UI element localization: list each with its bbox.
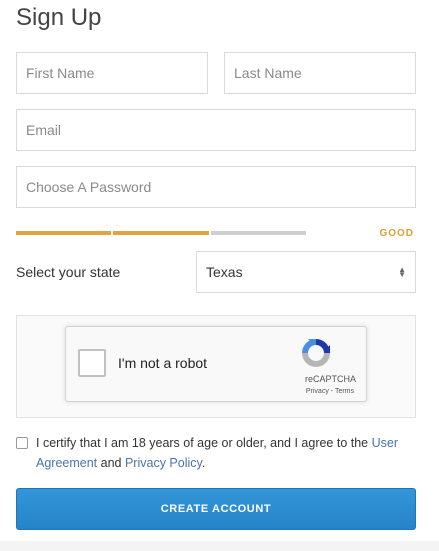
strength-segment-3: [210, 231, 306, 235]
page-title: Sign Up: [16, 4, 102, 31]
password-strength-meter: [16, 231, 306, 235]
state-select[interactable]: Texas ▲ ▼: [196, 251, 416, 293]
last-name-input[interactable]: [224, 52, 416, 94]
email-input[interactable]: [16, 109, 416, 151]
state-select-value: Texas: [206, 264, 243, 280]
certify-checkbox[interactable]: [16, 437, 28, 449]
captcha-container: I'm not a robot reCAPTCHA Privacy - Term…: [16, 315, 416, 418]
recaptcha-label: I'm not a robot: [118, 355, 208, 371]
recaptcha-widget: I'm not a robot reCAPTCHA Privacy - Term…: [65, 326, 367, 402]
certify-text: I certify that I am 18 years of age or o…: [36, 433, 416, 473]
state-label: Select your state: [16, 264, 121, 280]
recaptcha-links: Privacy - Terms: [306, 388, 354, 395]
certify-text-before: I certify that I am 18 years of age or o…: [36, 436, 372, 450]
certify-text-middle: and: [97, 456, 125, 470]
first-name-input[interactable]: [16, 52, 208, 94]
recaptcha-checkbox[interactable]: [78, 349, 106, 377]
certify-text-after: .: [201, 456, 206, 470]
privacy-policy-link[interactable]: Privacy Policy: [125, 456, 202, 470]
password-input[interactable]: [16, 166, 416, 208]
footer-strip: [0, 541, 439, 551]
create-account-button[interactable]: CREATE ACCOUNT: [16, 488, 416, 530]
recaptcha-logo-icon: [302, 339, 330, 367]
password-strength-label: GOOD: [379, 228, 414, 239]
strength-segment-2: [113, 231, 209, 235]
strength-segment-1: [16, 231, 112, 235]
select-arrows-icon: ▲ ▼: [398, 265, 406, 279]
recaptcha-terms-link[interactable]: Terms: [335, 388, 354, 395]
recaptcha-brand: reCAPTCHA: [304, 374, 356, 384]
recaptcha-privacy-link[interactable]: Privacy: [306, 388, 329, 395]
